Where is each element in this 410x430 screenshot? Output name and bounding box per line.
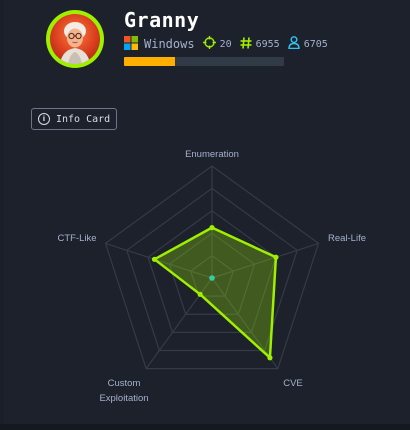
radar-axis-label: CTF-Like	[57, 233, 96, 244]
radar-center-dot	[209, 275, 215, 281]
radar-axis-label: Custom Exploitation	[99, 378, 148, 404]
radar-axis-label: CVE	[283, 378, 303, 389]
radar-data-point	[273, 254, 279, 260]
radar-data-point	[197, 291, 203, 297]
radar-axis-label: Real-Life	[328, 233, 366, 244]
radar-chart: Enumeration Real-Life CVE Custom Exploitatio…	[57, 149, 366, 404]
radar-data-area	[153, 226, 278, 359]
radar-axis-label: Enumeration	[185, 149, 239, 160]
radar-data-point	[209, 225, 215, 231]
radar-data-point	[151, 256, 158, 262]
radar-data-point	[267, 355, 273, 361]
